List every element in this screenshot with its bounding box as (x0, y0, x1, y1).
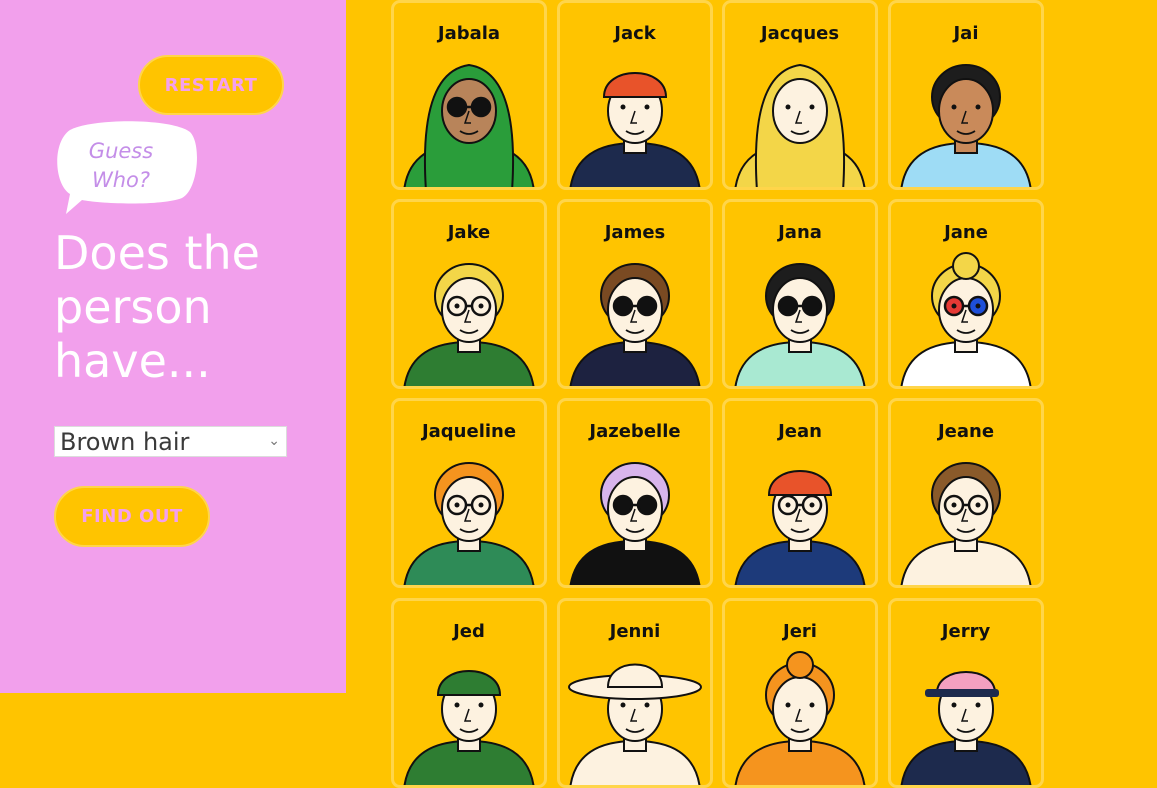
character-name: Jenni (609, 621, 661, 642)
eye-left (951, 104, 957, 110)
cap-brim (925, 689, 999, 697)
character-card-jed[interactable]: Jed (391, 598, 547, 788)
character-portrait (734, 63, 866, 187)
sidebar: RESTART Guess Who? Does the person have.… (0, 0, 346, 693)
hair-bun (952, 252, 980, 280)
character-name: Jabala (437, 23, 501, 44)
character-portrait (734, 470, 866, 585)
character-portrait (900, 462, 1032, 585)
glasses-left (446, 96, 468, 118)
eye-right (809, 702, 815, 708)
character-name: Jeri (783, 621, 817, 642)
character-portrait (569, 462, 701, 585)
glasses-right (801, 295, 823, 317)
hat (436, 670, 502, 696)
character-name: Jean (778, 421, 822, 442)
logo-line2: Who? (91, 168, 151, 192)
character-card-jeane[interactable]: Jeane (888, 398, 1044, 588)
attribute-select[interactable]: Brown hair ⌄ (54, 426, 287, 457)
eye-left (454, 502, 460, 508)
eye-left (785, 702, 791, 708)
eye-right (975, 702, 981, 708)
eye-left (454, 303, 460, 309)
glasses-left (612, 494, 634, 516)
eye-left (785, 502, 791, 508)
hair-bun (786, 651, 814, 679)
eye-right (644, 104, 650, 110)
character-name: Jerry (941, 621, 991, 642)
character-portrait (403, 670, 535, 785)
character-name: Jeane (937, 421, 995, 442)
glasses-left (612, 295, 634, 317)
character-card-james[interactable]: James (557, 199, 713, 389)
eye-left (951, 502, 957, 508)
character-card-jacques[interactable]: Jacques (722, 0, 878, 190)
hat (767, 470, 833, 496)
eye-right (478, 502, 484, 508)
character-name: Jack (614, 23, 656, 44)
character-card-jaqueline[interactable]: Jaqueline (391, 398, 547, 588)
eye-left (620, 702, 626, 708)
glasses-right (636, 494, 658, 516)
character-name: Jazebelle (589, 421, 681, 442)
character-card-jake[interactable]: Jake (391, 199, 547, 389)
eye-left (951, 303, 957, 309)
character-name: Jane (944, 222, 988, 243)
character-name: James (604, 222, 666, 243)
chevron-down-icon: ⌄ (268, 433, 280, 449)
eye-left (785, 104, 791, 110)
character-name: Jacques (760, 23, 840, 44)
eye-right (644, 702, 650, 708)
character-portrait (900, 64, 1032, 187)
restart-button[interactable]: RESTART (138, 55, 284, 115)
character-name: Jed (453, 621, 485, 642)
character-card-jazebelle[interactable]: Jazebelle (557, 398, 713, 588)
eye-left (951, 702, 957, 708)
character-card-jana[interactable]: Jana (722, 199, 878, 389)
eye-right (809, 104, 815, 110)
character-card-jerry[interactable]: Jerry (888, 598, 1044, 788)
attribute-select-value: Brown hair (60, 427, 190, 456)
character-portrait (403, 462, 535, 585)
character-portrait (569, 72, 701, 187)
logo-line1: Guess (88, 139, 154, 163)
eye-right (478, 303, 484, 309)
sunhat-crown (606, 663, 664, 688)
character-card-jai[interactable]: Jai (888, 0, 1044, 190)
find-out-button[interactable]: FIND OUT (54, 486, 210, 547)
character-portrait (568, 663, 702, 785)
character-card-jean[interactable]: Jean (722, 398, 878, 588)
character-portrait (403, 263, 535, 386)
logo-text: Guess Who? (66, 137, 176, 195)
eye-right (975, 502, 981, 508)
glasses-left (777, 295, 799, 317)
character-card-jane[interactable]: Jane (888, 199, 1044, 389)
character-portrait (900, 252, 1032, 386)
character-card-jeri[interactable]: Jeri (722, 598, 878, 788)
hat (602, 72, 668, 98)
character-name: Jaqueline (421, 421, 517, 442)
character-portrait (403, 63, 535, 187)
character-portrait (734, 263, 866, 386)
character-card-jabala[interactable]: Jabala (391, 0, 547, 190)
character-name: Jake (447, 222, 491, 243)
character-portrait (900, 671, 1032, 785)
character-card-jack[interactable]: Jack (557, 0, 713, 190)
eye-right (478, 702, 484, 708)
character-card-jenni[interactable]: Jenni (557, 598, 713, 788)
eye-right (975, 303, 981, 309)
character-portrait (569, 263, 701, 386)
character-portrait (734, 651, 866, 785)
eye-left (454, 702, 460, 708)
eye-right (975, 104, 981, 110)
character-name: Jana (778, 222, 822, 243)
eye-right (809, 502, 815, 508)
question-heading: Does the person have... (54, 226, 260, 388)
character-name: Jai (953, 23, 979, 44)
glasses-right (470, 96, 492, 118)
eye-left (620, 104, 626, 110)
glasses-right (636, 295, 658, 317)
